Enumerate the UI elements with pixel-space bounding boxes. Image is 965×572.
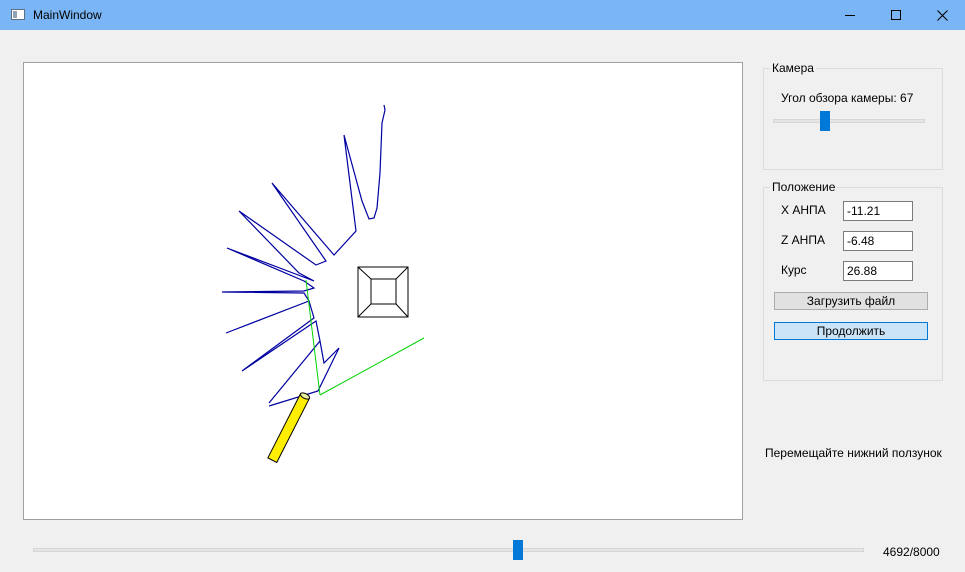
fov-slider-handle[interactable] xyxy=(820,111,830,131)
title-bar[interactable]: MainWindow xyxy=(0,0,965,30)
continue-button[interactable]: Продолжить xyxy=(774,322,928,340)
camera-group-title: Камера xyxy=(770,61,816,75)
timeline-slider-handle[interactable] xyxy=(513,540,523,560)
close-button[interactable] xyxy=(919,0,965,30)
scene-view[interactable] xyxy=(23,62,743,520)
close-icon xyxy=(936,9,948,21)
load-file-button[interactable]: Загрузить файл xyxy=(774,292,928,310)
vehicle-trajectory xyxy=(221,104,386,407)
maximize-button[interactable] xyxy=(873,0,919,30)
app-window-icon xyxy=(11,9,25,20)
frame-counter: 4692/8000 xyxy=(883,545,940,559)
maximize-icon xyxy=(891,10,901,20)
vehicle-model xyxy=(267,392,311,464)
camera-view-line-right xyxy=(319,337,425,396)
target-object xyxy=(357,266,409,318)
fov-slider[interactable] xyxy=(773,110,925,132)
heading-field[interactable] xyxy=(843,261,913,281)
minimize-button[interactable] xyxy=(827,0,873,30)
fov-slider-track[interactable] xyxy=(773,119,925,123)
x-label: X АНПА xyxy=(781,203,826,217)
x-field[interactable] xyxy=(843,201,913,221)
hint-text: Перемещайте нижний ползунок xyxy=(765,446,942,460)
z-field[interactable] xyxy=(843,231,913,251)
heading-label: Курс xyxy=(781,263,807,277)
window-title: MainWindow xyxy=(33,8,102,22)
scene-svg xyxy=(221,104,425,464)
timeline-slider[interactable] xyxy=(33,539,864,561)
timeline-slider-track[interactable] xyxy=(33,548,864,552)
position-group-title: Положение xyxy=(770,180,838,194)
z-label: Z АНПА xyxy=(781,233,825,247)
camera-view-line-left xyxy=(305,279,321,396)
fov-label: Угол обзора камеры: 67 xyxy=(781,91,914,105)
minimize-icon xyxy=(845,14,855,16)
